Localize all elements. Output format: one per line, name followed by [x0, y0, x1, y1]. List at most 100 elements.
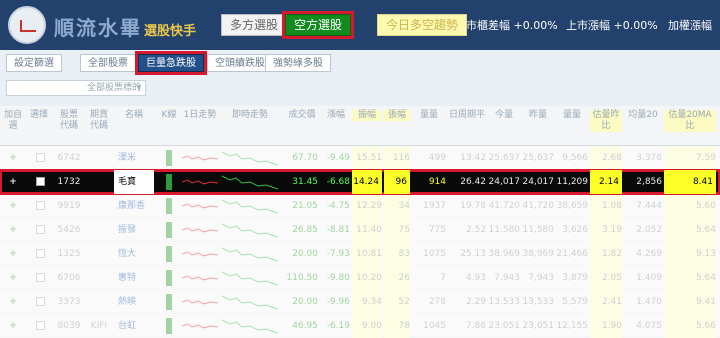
cell-r2: 5.66 — [664, 314, 716, 338]
tab-short-select[interactable]: 空方選股 — [281, 11, 355, 39]
cell-y1: 7,943 — [528, 273, 554, 283]
table-row[interactable]: +3373 熱映 20.00 -9.96 9.34 52 278 2.29 13,533 13,5… — [0, 290, 720, 314]
col-header-9[interactable]: 漲幅 — [322, 110, 350, 121]
select-checkbox[interactable] — [36, 201, 45, 210]
col-header-5[interactable]: K線 — [160, 110, 178, 121]
col-header-2[interactable]: 股票代碼 — [56, 110, 82, 132]
cell-r2: 5.64 — [664, 218, 716, 242]
add-watchlist-icon[interactable]: + — [6, 218, 20, 242]
tab-long-select[interactable]: 多方選股 — [221, 14, 288, 36]
cell-r1: 3.19 — [590, 218, 622, 242]
cell-r2: 9.13 — [664, 242, 716, 266]
col-header-7[interactable]: 即時走勢 — [222, 110, 278, 121]
col-header-15[interactable]: 昨量 — [522, 110, 554, 121]
daily-trend-sparkline[interactable] — [182, 292, 218, 312]
select-checkbox[interactable] — [36, 249, 45, 258]
select-checkbox[interactable] — [36, 297, 45, 306]
cell-d: 4.93 — [465, 273, 486, 283]
cell-chg: -7.93 — [326, 249, 350, 259]
cell-d: 26.42 — [460, 177, 486, 187]
candlestick-icon — [166, 270, 172, 286]
add-watchlist-icon[interactable]: + — [6, 194, 20, 218]
col-header-12[interactable]: 量量 — [412, 110, 446, 121]
add-watchlist-icon[interactable]: + — [6, 290, 20, 314]
intraday-sparkline[interactable] — [222, 196, 278, 216]
group-select[interactable]: 全部股票標的 ▾ — [6, 80, 146, 96]
col-header-18[interactable]: 均量20 — [624, 110, 662, 121]
daily-trend-sparkline[interactable] — [182, 220, 218, 240]
chart-logo-icon — [20, 20, 36, 32]
intraday-sparkline[interactable] — [222, 172, 278, 192]
daily-trend-sparkline[interactable] — [182, 196, 218, 216]
intraday-sparkline[interactable] — [222, 148, 278, 168]
table-row[interactable]: +1732 毛寶 31.45 -6.68 14.24 96 914 26.42 24,017 24… — [0, 169, 720, 195]
cell-r1: 1.82 — [590, 242, 622, 266]
col-header-4[interactable]: 名稱 — [114, 110, 154, 121]
bear-continue-button[interactable]: 空頭續跌股 — [207, 54, 273, 72]
cell-y1: 25,637 — [522, 153, 555, 163]
col-header-1[interactable]: 選擇 — [28, 110, 50, 121]
table-row[interactable]: +8039 KIFI 台虹 46.95 -6.19 9.00 78 1045 7.86 23,05… — [0, 314, 720, 338]
intraday-sparkline[interactable] — [222, 316, 278, 336]
daily-trend-sparkline[interactable] — [182, 268, 218, 288]
cell-y1: 24,017 — [522, 177, 555, 187]
cell-avg: 1,470 — [636, 297, 662, 307]
cell-y1: 13,533 — [522, 297, 555, 307]
cell-r1: 2.41 — [590, 290, 622, 314]
settings-filter-button[interactable]: 設定篩選 — [6, 54, 62, 72]
select-checkbox[interactable] — [36, 273, 45, 282]
intraday-sparkline[interactable] — [222, 244, 278, 264]
cell-amp: 11.40 — [352, 218, 382, 242]
table-row[interactable]: +6706 惠特 110.50 -9.80 10.20 26 7 4.93 7,943 7,943… — [0, 266, 720, 290]
table-row[interactable]: +5426 振發 26.85 -8.81 11.40 75 775 2.52 11,580 11,… — [0, 218, 720, 242]
table-row[interactable]: +9919 康那香 21.05 -4.75 12.29 34 1937 19.78 41,720… — [0, 194, 720, 218]
add-watchlist-icon[interactable]: + — [6, 266, 20, 290]
add-watchlist-icon[interactable]: + — [6, 314, 20, 338]
today-trend-button[interactable]: 今日多空趨勢 — [377, 14, 468, 36]
daily-trend-sparkline[interactable] — [182, 172, 218, 192]
cell-today: 11,580 — [488, 225, 521, 235]
all-stocks-button[interactable]: 全部股票 — [80, 54, 136, 72]
cell-today: 38,969 — [488, 249, 521, 259]
col-header-6[interactable]: 1日走勢 — [182, 110, 218, 121]
app-title: 順流水畢 選股快手 — [54, 12, 196, 41]
add-watchlist-icon[interactable]: + — [6, 146, 20, 170]
intraday-sparkline[interactable] — [222, 220, 278, 240]
daily-trend-sparkline[interactable] — [182, 316, 218, 336]
table-row[interactable]: +6742 澤米 67.70 -9.49 15.51 116 499 13.42 25,637 2… — [0, 146, 720, 170]
add-watchlist-icon[interactable]: + — [6, 242, 20, 266]
col-header-14[interactable]: 今量 — [488, 110, 520, 121]
cell-z: 52 — [384, 290, 410, 314]
col-header-10[interactable]: 振幅 — [352, 110, 382, 121]
cell-y1: 41,720 — [522, 201, 555, 211]
col-header-19[interactable]: 估量20MA比 — [664, 110, 716, 132]
table-row[interactable]: +1325 恆大 20.00 -7.93 10.81 83 1075 25.13 38,969 3… — [0, 242, 720, 266]
select-checkbox[interactable] — [36, 177, 45, 186]
cell-r2: 5.60 — [664, 194, 716, 218]
select-checkbox[interactable] — [36, 225, 45, 234]
cell-today: 7,943 — [494, 273, 520, 283]
daily-trend-sparkline[interactable] — [182, 148, 218, 168]
col-header-3[interactable]: 期貨代碼 — [86, 110, 112, 132]
col-header-11[interactable]: 張幅 — [384, 110, 410, 121]
candlestick-icon — [166, 198, 172, 214]
daily-trend-sparkline[interactable] — [182, 244, 218, 264]
select-checkbox[interactable] — [36, 153, 45, 162]
intraday-sparkline[interactable] — [222, 292, 278, 312]
col-header-16[interactable]: 量量 — [556, 110, 588, 121]
select-checkbox[interactable] — [36, 321, 45, 330]
intraday-sparkline[interactable] — [222, 268, 278, 288]
big-volume-drop-button[interactable]: 巨量急跌股 — [135, 51, 207, 75]
cell-z: 78 — [384, 314, 410, 338]
col-header-0[interactable]: 加自選 — [2, 110, 24, 132]
col-header-13[interactable]: 日周期平 — [448, 110, 486, 121]
cell-name: 熱映 — [118, 297, 137, 307]
col-header-8[interactable]: 成交價 — [284, 110, 320, 121]
col-header-17[interactable]: 估量昨比 — [590, 110, 622, 132]
cell-y2: 12,155 — [556, 321, 589, 331]
strong-bear-button[interactable]: 強勢綠多股 — [265, 54, 331, 72]
add-watchlist-icon[interactable]: + — [6, 170, 20, 194]
cell-y2: 3,879 — [562, 273, 588, 283]
cell-amp: 10.20 — [352, 266, 382, 290]
chevron-down-icon: ▾ — [136, 83, 141, 93]
